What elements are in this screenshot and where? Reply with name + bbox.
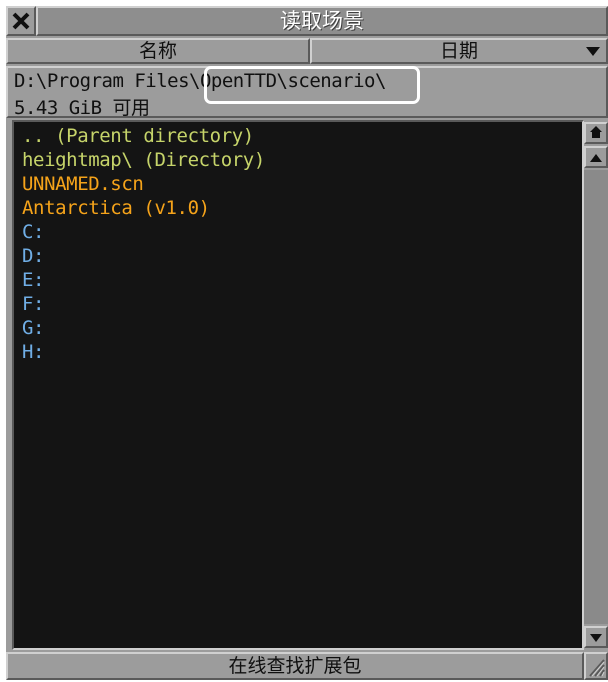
file-list[interactable]: .. (Parent directory) heightmap\ (Direct… <box>12 120 584 650</box>
window-title: 读取场景 <box>36 6 608 36</box>
list-item-drive[interactable]: D: <box>22 244 44 268</box>
arrow-up-icon <box>589 148 603 167</box>
resize-grip-icon <box>586 659 606 682</box>
sort-by-date-button[interactable]: 日期 <box>310 38 608 64</box>
triangle-down-icon <box>586 47 600 56</box>
resize-handle[interactable] <box>584 652 608 680</box>
title-bar[interactable]: 读取场景 <box>6 6 608 36</box>
arrow-down-icon <box>589 628 603 647</box>
sort-by-date-label: 日期 <box>439 40 478 62</box>
close-button[interactable] <box>6 6 36 36</box>
vertical-scrollbar[interactable] <box>584 120 608 650</box>
scroll-home-button[interactable] <box>584 122 608 144</box>
list-item-drive[interactable]: E: <box>22 268 44 292</box>
sort-by-name-button[interactable]: 名称 <box>6 38 310 64</box>
list-item-drive[interactable]: F: <box>22 292 44 316</box>
close-icon <box>12 12 30 30</box>
load-scenario-window: 读取场景 名称 日期 D:\Program Files\OpenTTD\scen… <box>6 6 608 680</box>
sort-by-name-label: 名称 <box>138 40 177 62</box>
home-icon <box>589 124 603 143</box>
path-info-panel: D:\Program Files\OpenTTD\scenario\ 5.43 … <box>6 66 608 119</box>
list-item-file[interactable]: UNNAMED.scn <box>22 172 144 196</box>
list-item-directory[interactable]: heightmap\ (Directory) <box>22 148 265 172</box>
list-item-file[interactable]: Antarctica (v1.0) <box>22 196 210 220</box>
bottom-bar: 在线查找扩展包 <box>6 652 608 680</box>
scroll-up-button[interactable] <box>584 146 608 168</box>
list-item-drive[interactable]: G: <box>22 316 44 340</box>
sort-bar: 名称 日期 <box>6 38 608 64</box>
list-item-parent-directory[interactable]: .. (Parent directory) <box>22 124 254 148</box>
path-highlight-outline <box>204 66 420 104</box>
scroll-down-button[interactable] <box>584 626 608 648</box>
list-item-drive[interactable]: C: <box>22 220 44 244</box>
list-item-drive[interactable]: H: <box>22 340 44 364</box>
find-online-content-button[interactable]: 在线查找扩展包 <box>6 652 584 680</box>
free-space: 5.43 GiB 可用 <box>14 97 150 119</box>
scrollbar-track[interactable] <box>584 170 608 624</box>
find-online-content-label: 在线查找扩展包 <box>228 655 362 677</box>
